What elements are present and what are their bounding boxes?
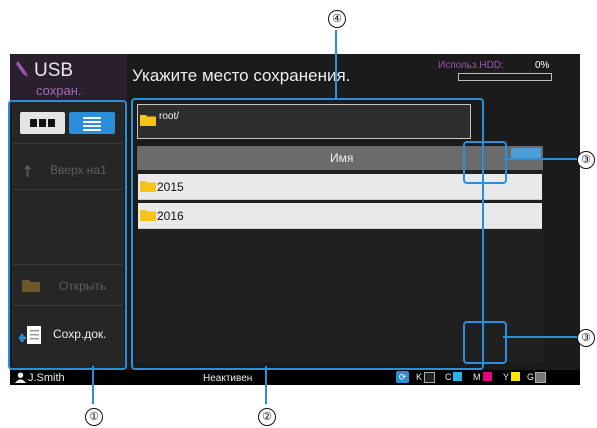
callout-number-4: ④ bbox=[328, 10, 346, 28]
callout-number-3-top: ③ bbox=[577, 151, 595, 169]
callout-leader-lines bbox=[92, 30, 578, 404]
callout-number-1: ① bbox=[85, 408, 103, 426]
callout-number-3-bottom: ③ bbox=[577, 329, 595, 347]
callout-number-2: ② bbox=[258, 408, 276, 426]
